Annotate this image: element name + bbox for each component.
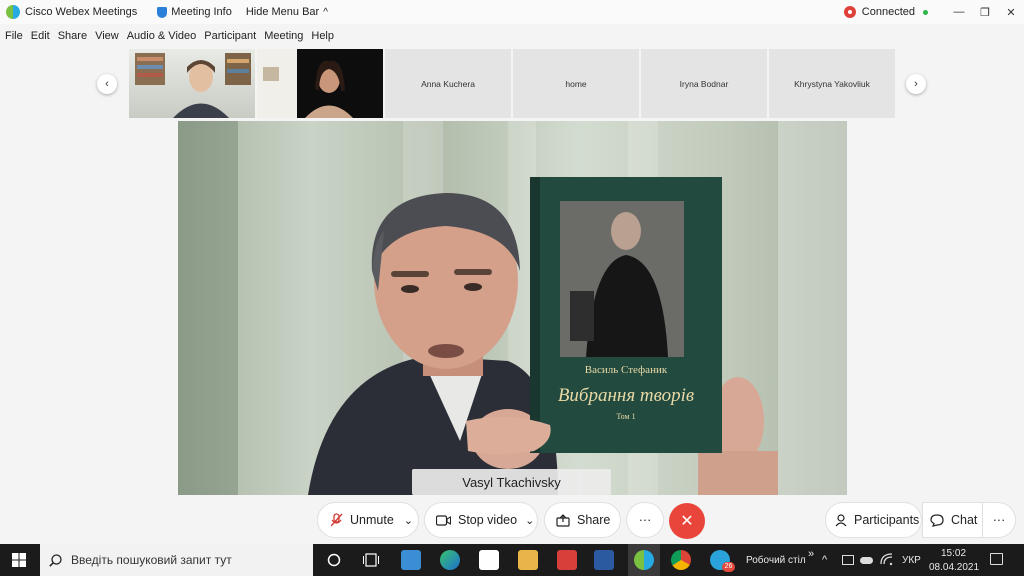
clock-date[interactable]: 08.04.2021	[929, 562, 979, 573]
windows-start-icon[interactable]	[12, 553, 26, 567]
edge-browser-icon[interactable]	[440, 550, 460, 570]
taskbar-search-box[interactable]: Введіть пошуковий запит тут	[40, 544, 313, 576]
menu-bar: File Edit Share View Audio & Video Parti…	[0, 26, 342, 46]
chevron-up-icon[interactable]: ^	[822, 554, 827, 566]
title-bar: Cisco Webex Meetings Meeting Info Hide M…	[0, 0, 1024, 24]
menu-edit[interactable]: Edit	[31, 30, 50, 42]
chat-label: Chat	[951, 513, 978, 527]
strip-prev-button[interactable]: ‹	[97, 74, 117, 94]
notification-center-icon[interactable]	[990, 553, 1003, 565]
participant-tile-3[interactable]: Iryna Bodnar	[641, 49, 767, 118]
unmute-button[interactable]: Unmute ⌄	[318, 503, 418, 537]
battery-icon[interactable]	[842, 555, 854, 565]
meeting-info-label: Meeting Info	[171, 6, 232, 18]
menu-help[interactable]: Help	[311, 30, 334, 42]
participant-tile-2[interactable]: home	[513, 49, 639, 118]
book-title: Вибрання творів	[558, 385, 694, 406]
gift-app-icon[interactable]	[557, 550, 577, 570]
connected-dot-icon	[923, 9, 928, 15]
search-icon	[49, 553, 62, 567]
participant-tile-1[interactable]: Anna Kuchera	[385, 49, 511, 118]
chevron-up-icon: ^	[323, 6, 328, 18]
menu-file[interactable]: File	[5, 30, 23, 42]
webex-taskbar-active[interactable]	[628, 544, 660, 576]
menu-participant[interactable]: Participant	[204, 30, 256, 42]
close-icon: ✕	[680, 513, 694, 530]
chevron-right-icon: ›	[914, 78, 918, 90]
restore-button[interactable]: ❐	[972, 6, 998, 19]
chevron-left-icon: ‹	[105, 78, 109, 90]
windows-taskbar: Введіть пошуковий запит тут 26 Робочий с…	[0, 544, 1024, 576]
hide-menu-bar-label: Hide Menu Bar	[245, 6, 320, 18]
cloud-icon[interactable]	[860, 557, 873, 564]
menu-audio-video[interactable]: Audio & Video	[127, 30, 197, 42]
minimize-button[interactable]: —	[946, 6, 972, 18]
chevron-down-icon[interactable]: ⌄	[404, 514, 413, 527]
chat-button[interactable]: Chat	[923, 503, 983, 537]
search-placeholder: Введіть пошуковий запит тут	[71, 553, 232, 567]
panel-more-button[interactable]: ···	[983, 503, 1015, 537]
end-meeting-button[interactable]: ✕	[669, 503, 705, 539]
participant-1-image	[135, 53, 251, 118]
task-view-icon[interactable]	[363, 553, 379, 567]
speaker-name: Vasyl Tkachivsky	[462, 474, 561, 490]
shield-icon	[157, 6, 168, 18]
participant-video-1[interactable]	[129, 49, 255, 118]
participant-name: home	[565, 78, 587, 89]
meeting-info-button[interactable]: Meeting Info	[151, 6, 232, 18]
more-icon: ···	[638, 513, 652, 527]
share-icon	[556, 513, 570, 527]
participants-button[interactable]: Participants	[826, 503, 921, 537]
main-video[interactable]: Василь Стефаник Вибрання творів Том 1	[178, 121, 847, 495]
menu-meeting[interactable]: Meeting	[264, 30, 303, 42]
connection-status: Connected	[861, 6, 915, 18]
person-icon	[835, 513, 847, 527]
menu-view[interactable]: View	[95, 30, 119, 42]
participant-name: Iryna Bodnar	[679, 78, 729, 89]
clock-time[interactable]: 15:02	[941, 548, 966, 559]
book-volume: Том 1	[616, 412, 635, 421]
unmute-label: Unmute	[350, 513, 394, 527]
store-app-icon[interactable]	[479, 550, 499, 570]
menu-share[interactable]: Share	[58, 30, 87, 42]
cortana-icon[interactable]	[327, 553, 341, 567]
mail-app-icon[interactable]	[401, 550, 421, 570]
more-icon: ···	[992, 513, 1006, 527]
chat-bubble-icon	[930, 513, 944, 527]
chrome-browser-icon[interactable]	[671, 550, 691, 570]
chevron-double-right-icon[interactable]: »	[808, 548, 814, 560]
stop-video-label: Stop video	[458, 513, 518, 527]
keyboard-language[interactable]: УКР	[902, 555, 921, 566]
participant-name: Khrystyna Yakovliuk	[794, 78, 870, 89]
hide-menu-bar-button[interactable]: Hide Menu Bar ^	[246, 6, 328, 18]
word-app-icon[interactable]	[594, 550, 614, 570]
participant-name: Anna Kuchera	[421, 78, 475, 89]
desktop-toolbar-label[interactable]: Робочий стіл	[746, 555, 806, 566]
telegram-badge: 26	[722, 562, 735, 572]
strip-next-button[interactable]: ›	[906, 74, 926, 94]
book-author: Василь Стефаник	[585, 364, 668, 376]
participant-2-image	[257, 49, 353, 118]
participant-video-2[interactable]	[257, 49, 383, 118]
close-window-button[interactable]: ✕	[998, 6, 1024, 19]
share-label: Share	[577, 513, 611, 527]
app-title: Cisco Webex Meetings	[25, 6, 138, 18]
speaker-name-tag: Vasyl Tkachivsky	[412, 469, 611, 495]
share-button[interactable]: Share	[545, 503, 620, 537]
webex-app-icon	[634, 550, 654, 570]
participants-label: Participants	[854, 513, 920, 527]
speaker-figure: Василь Стефаник Вибрання творів Том 1	[308, 177, 778, 495]
record-indicator-icon	[843, 6, 856, 18]
stop-video-button[interactable]: Stop video ⌄	[425, 503, 537, 537]
chevron-down-icon[interactable]: ⌄	[525, 514, 534, 527]
participant-tile-4[interactable]: Khrystyna Yakovliuk	[769, 49, 895, 118]
webex-logo-icon	[6, 5, 20, 19]
video-camera-icon	[436, 514, 451, 526]
wifi-icon[interactable]	[880, 553, 893, 566]
more-options-button[interactable]: ···	[627, 503, 663, 537]
microphone-muted-icon	[331, 513, 343, 527]
file-explorer-icon[interactable]	[518, 550, 538, 570]
